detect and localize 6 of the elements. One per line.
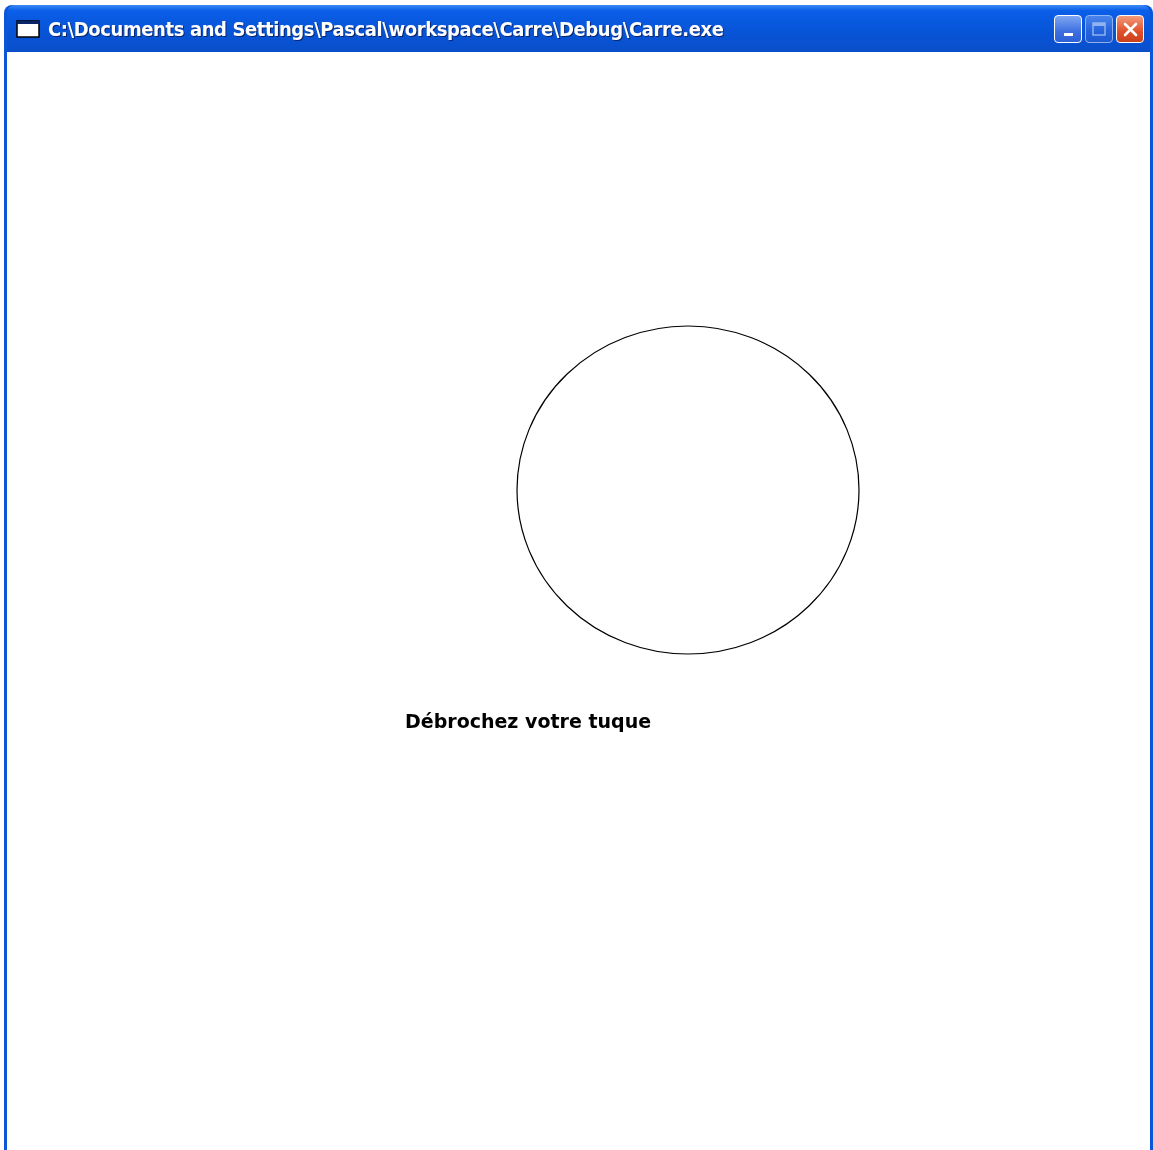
minimize-icon: [1063, 33, 1073, 36]
close-button[interactable]: [1116, 14, 1144, 43]
window-icon: [16, 19, 40, 38]
window-title: C:\Documents and Settings\Pascal\workspace\Carre\Debug\Carre.exe: [48, 16, 725, 41]
minimize-button[interactable]: [1054, 14, 1082, 43]
message-text: Débrochez votre tuque: [405, 710, 652, 732]
